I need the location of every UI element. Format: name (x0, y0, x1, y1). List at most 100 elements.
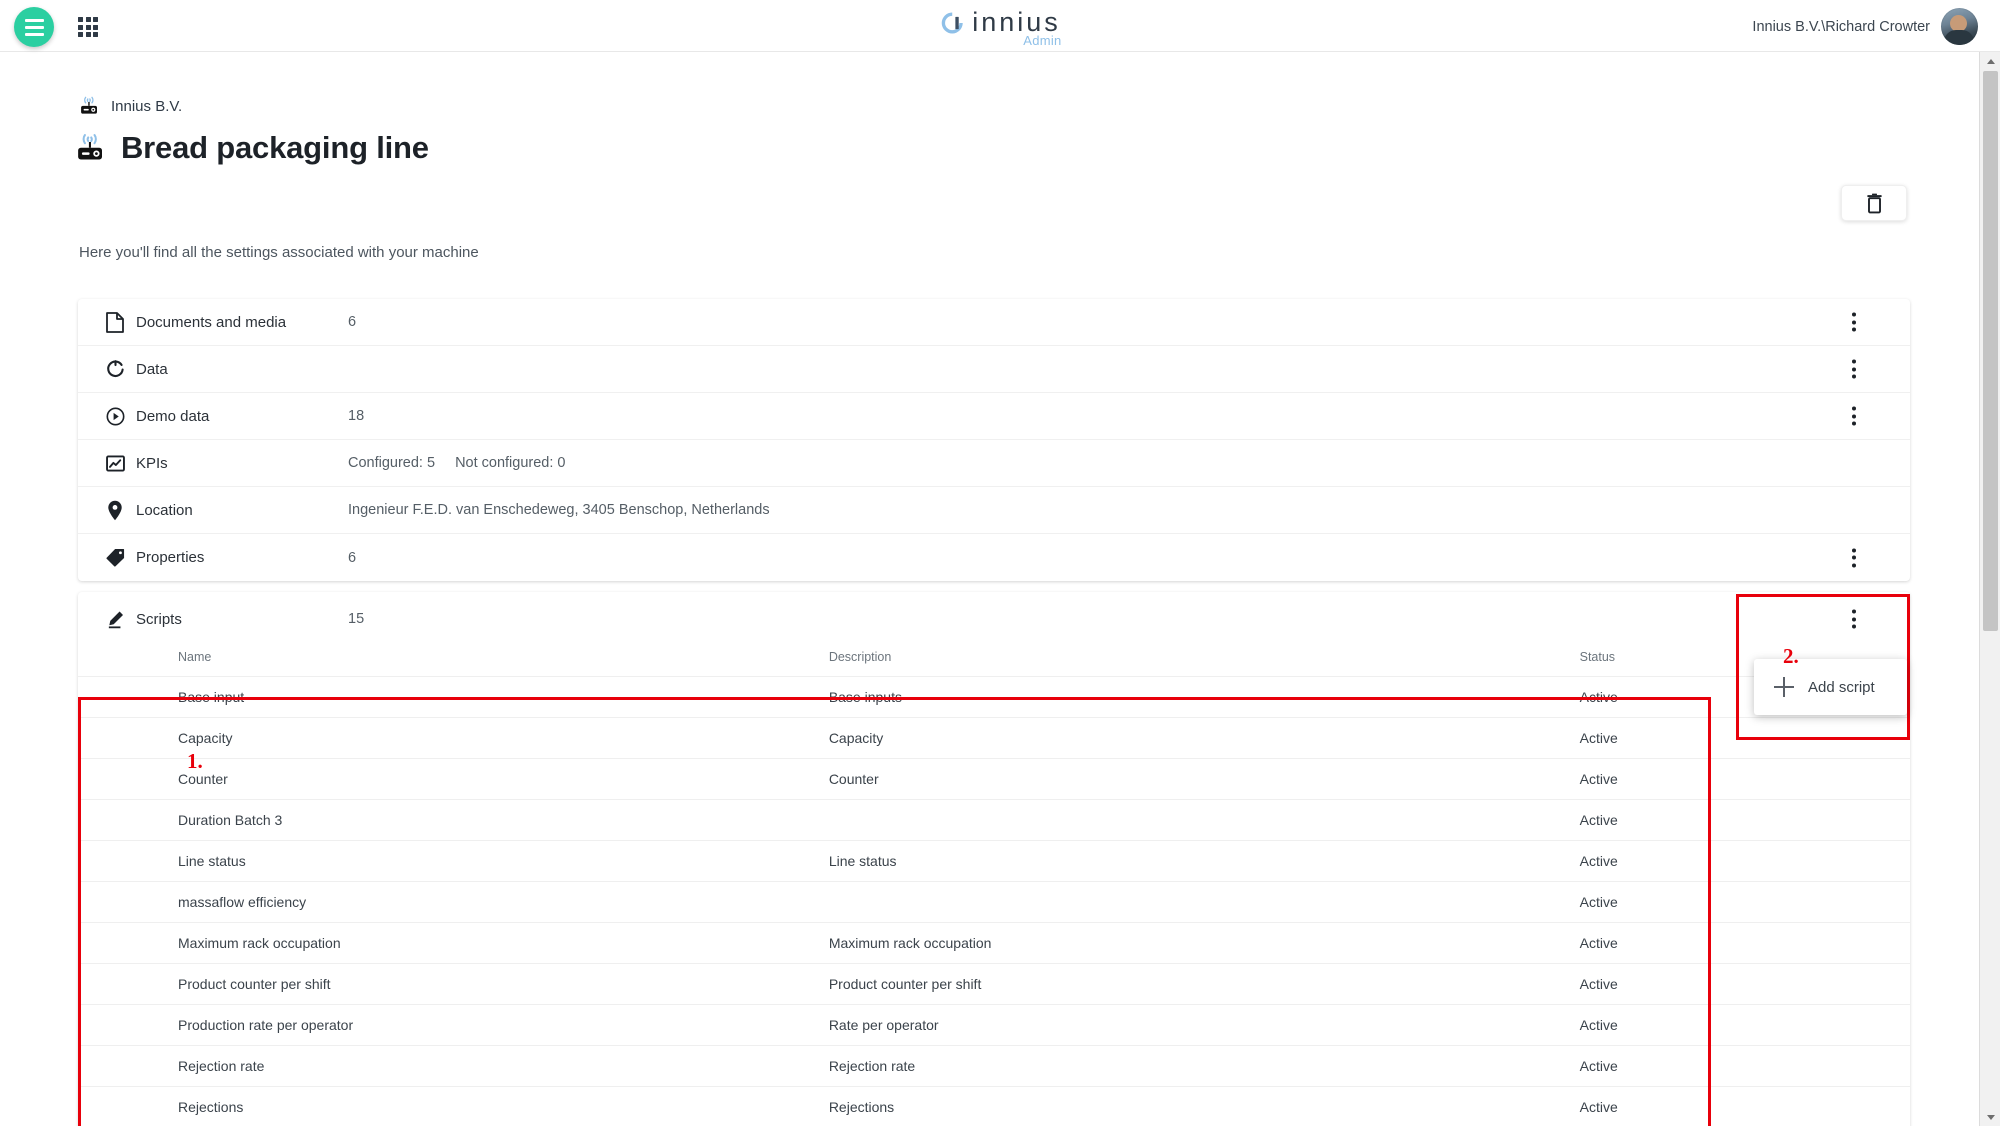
table-row[interactable]: Base input Base inputs Active (78, 676, 1910, 718)
script-description (828, 799, 1580, 841)
plus-icon (1774, 677, 1794, 697)
chart-image-icon (102, 454, 128, 473)
settings-row-label: KPIs (136, 454, 168, 472)
script-status: Active (1579, 922, 1910, 964)
caret-down-icon[interactable] (1980, 1108, 2000, 1126)
script-name: Maximum rack occupation (78, 922, 829, 964)
settings-row-documents-and-media[interactable]: Documents and media 6 (78, 299, 1910, 346)
scripts-kebab-menu-icon[interactable] (1846, 604, 1862, 635)
settings-row-values: 6 (348, 550, 356, 566)
user-name: Innius B.V.\Richard Crowter (1752, 18, 1930, 35)
table-row[interactable]: Maximum rack occupation Maximum rack occu… (78, 922, 1910, 964)
settings-row-data[interactable]: Data (78, 346, 1910, 393)
column-header-description[interactable]: Description (829, 646, 1580, 677)
kebab-menu-icon[interactable] (1846, 354, 1862, 385)
table-row[interactable]: Duration Batch 3 Active (78, 799, 1910, 841)
apps-grid-icon[interactable] (78, 17, 98, 37)
table-row[interactable]: Rejections Rejections Active (78, 1086, 1910, 1126)
scripts-count: 15 (348, 611, 365, 627)
add-script-label: Add script (1808, 678, 1875, 696)
settings-row-demo-data[interactable]: Demo data 18 (78, 393, 1910, 440)
settings-row-values: Ingenieur F.E.D. van Enschedeweg, 3405 B… (348, 502, 770, 518)
script-description: Rejection rate (828, 1045, 1580, 1087)
page-title: Bread packaging line (121, 130, 429, 165)
table-row[interactable]: Production rate per operator Rate per ope… (78, 1004, 1910, 1046)
table-row[interactable]: Line status Line status Active (78, 840, 1910, 882)
page-title-row: Bread packaging line (75, 130, 429, 166)
settings-row-value: Configured: 5 (348, 455, 436, 471)
hamburger-bar (24, 18, 44, 22)
script-name: Rejections (78, 1086, 829, 1126)
script-name: Duration Batch 3 (78, 799, 829, 841)
settings-row-value: Not configured: 0 (455, 455, 566, 471)
grid-dot (85, 24, 91, 30)
settings-row-location[interactable]: Location Ingenieur F.E.D. van Enschedeweg… (78, 487, 1910, 534)
script-name: Base input (78, 676, 829, 718)
caret-up-icon[interactable] (1980, 52, 2000, 70)
script-description: Line status (828, 840, 1580, 882)
script-description: Rate per operator (828, 1004, 1580, 1046)
column-header-name[interactable]: Name (78, 646, 829, 677)
script-description: Maximum rack occupation (828, 922, 1580, 964)
page-subtitle: Here you'll find all the settings associ… (79, 244, 479, 261)
script-status: Active (1579, 1004, 1910, 1046)
script-status: Active (1579, 963, 1910, 1005)
grid-dot (93, 32, 98, 37)
play-circle-icon (102, 407, 128, 426)
grid-dot (93, 24, 98, 30)
hamburger-menu-icon[interactable] (14, 7, 54, 47)
avatar[interactable] (1941, 8, 1978, 45)
grid-dot (85, 17, 91, 22)
user-menu[interactable]: Innius B.V.\Richard Crowter (1752, 8, 1978, 45)
delete-machine-button[interactable] (1841, 185, 1907, 221)
settings-card: Documents and media 6 Data Demo data 18 KPIs C… (78, 299, 1910, 581)
table-row[interactable]: massaflow efficiency Active (78, 881, 1910, 923)
kebab-menu-icon[interactable] (1846, 401, 1862, 432)
scrollbar-thumb[interactable] (1983, 71, 1998, 631)
settings-row-value: Ingenieur F.E.D. van Enschedeweg, 3405 B… (348, 502, 770, 518)
settings-row-values: Configured: 5 Not configured: 0 (348, 455, 566, 471)
kebab-dot (1852, 414, 1856, 418)
brand-subtitle: Admin (1023, 33, 1062, 48)
script-name: Line status (78, 840, 829, 882)
settings-row-value: 6 (348, 314, 357, 330)
table-row[interactable]: Product counter per shift Product counter… (78, 963, 1910, 1005)
settings-row-properties[interactable]: Properties 6 (78, 534, 1910, 581)
add-script-menu-item[interactable]: Add script (1754, 659, 1907, 715)
kebab-dot (1852, 374, 1856, 379)
hamburger-bar (24, 32, 44, 36)
vertical-scrollbar[interactable] (1979, 52, 2000, 1126)
scripts-table-body: Base input Base inputs Active Capacity Capac… (78, 676, 1910, 1126)
kebab-dot (1852, 421, 1856, 426)
script-description: Base inputs (828, 676, 1580, 718)
kebab-dot (1852, 624, 1856, 629)
breadcrumb[interactable]: Innius B.V. (79, 96, 182, 116)
innius-logo[interactable]: innius Admin (939, 5, 1062, 48)
settings-row-kpis[interactable]: KPIs Configured: 5 Not configured: 0 (78, 440, 1910, 487)
kebab-dot (1852, 367, 1856, 371)
script-status: Active (1579, 1086, 1910, 1126)
kebab-dot (1852, 406, 1856, 411)
kebab-menu-icon[interactable] (1846, 542, 1862, 573)
data-circle-icon (102, 359, 128, 379)
table-row[interactable]: Counter Counter Active (78, 758, 1910, 800)
kebab-dot (1852, 609, 1856, 614)
innius-mark-icon (941, 12, 963, 34)
grid-dot (78, 24, 83, 30)
scripts-header-row[interactable]: Scripts 15 (78, 592, 1910, 646)
machine-signal-icon (81, 96, 97, 114)
tag-icon (102, 548, 128, 567)
script-name: Rejection rate (78, 1045, 829, 1087)
table-row[interactable]: Rejection rate Rejection rate Active (78, 1045, 1910, 1087)
settings-row-label: Data (136, 360, 168, 378)
script-status: Active (1579, 717, 1910, 759)
settings-row-label: Documents and media (136, 313, 287, 331)
script-description: Capacity (828, 717, 1580, 759)
kebab-dot (1852, 312, 1856, 317)
grid-dot (78, 17, 83, 22)
kebab-menu-icon[interactable] (1846, 307, 1862, 338)
table-row[interactable]: Capacity Capacity Active (78, 717, 1910, 759)
kebab-dot (1852, 359, 1856, 364)
scripts-card: Scripts 15 Name Description Status Base … (78, 592, 1910, 1126)
page-content: Innius B.V. Bread packaging line Here yo… (0, 52, 1979, 1126)
